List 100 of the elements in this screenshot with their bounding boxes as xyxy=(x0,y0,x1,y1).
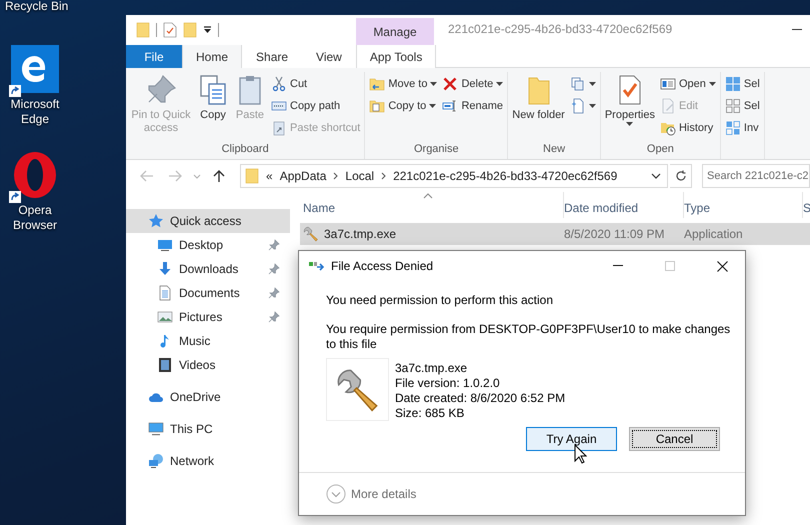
ribbon-button[interactable]: Copy xyxy=(195,72,231,141)
file-menu-tab[interactable]: File xyxy=(126,45,182,68)
context-tab-header: Manage xyxy=(356,18,434,45)
nav-label: Desktop xyxy=(179,238,224,252)
table-cell-text: Application xyxy=(684,227,744,241)
ribbon-button[interactable]: Inv xyxy=(722,117,762,139)
chevron-down-icon xyxy=(326,484,346,504)
close-icon xyxy=(716,260,728,272)
file-row[interactable]: 3a7c.tmp.exe 8/5/2020 11:09 PM Application xyxy=(300,223,810,245)
monitor-icon xyxy=(148,421,164,437)
grid-icon xyxy=(724,76,741,92)
checkmark-document-icon[interactable] xyxy=(163,22,177,38)
dialog-button[interactable]: Try Again xyxy=(526,427,617,451)
window-icon xyxy=(660,76,676,92)
nav-item[interactable]: Network xyxy=(126,449,290,473)
ribbon-button[interactable]: History xyxy=(658,117,718,139)
nav-item[interactable]: Documents xyxy=(126,281,290,305)
shortcut-arrow-icon xyxy=(9,191,21,203)
ribbon-button[interactable]: New folder xyxy=(510,72,567,141)
empty-grid-icon xyxy=(724,98,741,114)
nav-item[interactable]: Desktop xyxy=(126,233,290,257)
ribbon-button[interactable]: Delete xyxy=(440,73,506,95)
ribbon-tab[interactable]: App Tools xyxy=(356,45,436,68)
ribbon-button[interactable]: Properties xyxy=(602,72,657,141)
chevron-down-icon[interactable] xyxy=(651,173,661,179)
folder-icon xyxy=(245,168,259,184)
breadcrumb-item[interactable]: AppData xyxy=(280,169,326,183)
nav-item[interactable]: Videos xyxy=(126,353,290,377)
ribbon-group-label: Clipboard xyxy=(220,142,270,157)
document-icon xyxy=(157,285,173,301)
address-field[interactable]: « AppData Local 221c021e-c295-4b26-bd33-4720ec62f569 xyxy=(240,164,668,188)
ribbon-button[interactable]: Sel xyxy=(722,95,762,117)
caret-icon xyxy=(588,104,596,108)
nav-item[interactable]: Pictures xyxy=(126,305,290,329)
caret-icon xyxy=(626,122,634,126)
column-header[interactable]: Date modified xyxy=(564,192,684,218)
ribbon-group-label: New xyxy=(542,142,566,157)
window-title: 221c021e-c295-4b26-bd33-4720ec62f569 xyxy=(447,21,674,38)
caret-icon xyxy=(430,82,438,86)
breadcrumb-item[interactable]: 221c021e-c295-4b26-bd33-4720ec62f569 xyxy=(393,169,618,183)
dialog-title: File Access Denied xyxy=(331,259,434,273)
folder-arrow-icon xyxy=(369,76,386,92)
breadcrumb-item[interactable]: Local xyxy=(345,169,374,183)
shortcut-arrow-icon xyxy=(9,85,21,97)
nav-item[interactable]: Quick access xyxy=(126,209,290,233)
nav-label: Videos xyxy=(179,358,216,372)
caret-icon xyxy=(429,104,436,108)
scissors-icon xyxy=(271,76,287,92)
desktop-icon-label: Opera Browser xyxy=(12,203,58,233)
wrench-icon xyxy=(303,226,319,242)
file-name: 3a7c.tmp.exe xyxy=(324,227,396,241)
down-arrow-icon xyxy=(157,261,173,277)
column-header[interactable]: Name xyxy=(303,192,564,218)
chevron-right-icon xyxy=(381,172,386,180)
dropdown-icon[interactable] xyxy=(203,26,212,34)
caret-icon xyxy=(708,82,716,86)
invert-grid-icon xyxy=(724,120,741,136)
file-detail: 3a7c.tmp.exe xyxy=(395,361,468,376)
ribbon-button[interactable]: Rename xyxy=(440,95,506,117)
ribbon-button[interactable]: Open xyxy=(658,73,718,95)
ribbon-button[interactable]: Move to xyxy=(367,73,440,95)
back-arrow-icon xyxy=(140,170,154,182)
minimize-icon xyxy=(792,29,802,31)
nav-label: Music xyxy=(179,334,212,348)
sort-caret-icon xyxy=(423,193,433,199)
caret-icon xyxy=(588,82,596,86)
ribbon-button[interactable]: Cut xyxy=(269,73,362,95)
ribbon-button[interactable]: Sel xyxy=(722,73,762,95)
ribbon-button[interactable]: Copy to xyxy=(367,95,440,117)
nav-item[interactable]: Music xyxy=(126,329,290,353)
nav-item[interactable]: This PC xyxy=(126,417,290,441)
refresh-button[interactable] xyxy=(670,164,692,188)
picture-icon xyxy=(157,309,173,325)
mouse-pointer-icon xyxy=(574,444,587,464)
ribbon-group-label: Open xyxy=(646,142,675,157)
more-details-button[interactable]: More details xyxy=(326,484,416,504)
film-icon xyxy=(157,357,173,373)
caret-icon xyxy=(496,82,504,86)
nav-label: Downloads xyxy=(179,262,240,276)
minimize-icon xyxy=(613,265,623,267)
forward-arrow-icon xyxy=(168,170,182,182)
nav-item[interactable]: OneDrive xyxy=(126,385,290,409)
ribbon-tab[interactable]: Home xyxy=(182,45,242,69)
search-field[interactable]: Search 221c021e-c2 xyxy=(702,164,810,188)
dialog-button[interactable]: Cancel xyxy=(629,427,720,451)
nav-label: This PC xyxy=(170,422,214,436)
nav-label: OneDrive xyxy=(170,390,222,404)
nav-item[interactable]: Downloads xyxy=(126,257,290,281)
ribbon-button[interactable]: Copy path xyxy=(269,95,362,117)
column-header[interactable]: Type xyxy=(684,192,803,218)
nav-label: Quick access xyxy=(170,214,242,228)
star-icon xyxy=(148,213,164,229)
nav-label: Network xyxy=(170,454,216,468)
refresh-icon xyxy=(674,170,686,182)
up-arrow-icon xyxy=(213,169,225,183)
file-detail: Size: 685 KB xyxy=(395,406,466,421)
ribbon-group-label: Organise xyxy=(412,142,460,157)
file-detail: File version: 1.0.2.0 xyxy=(395,376,501,391)
overflow-marker: « xyxy=(266,169,273,183)
dialog-message: You require permission from DESKTOP-G0PF3PF\User10 to make changes to this file xyxy=(326,322,732,352)
